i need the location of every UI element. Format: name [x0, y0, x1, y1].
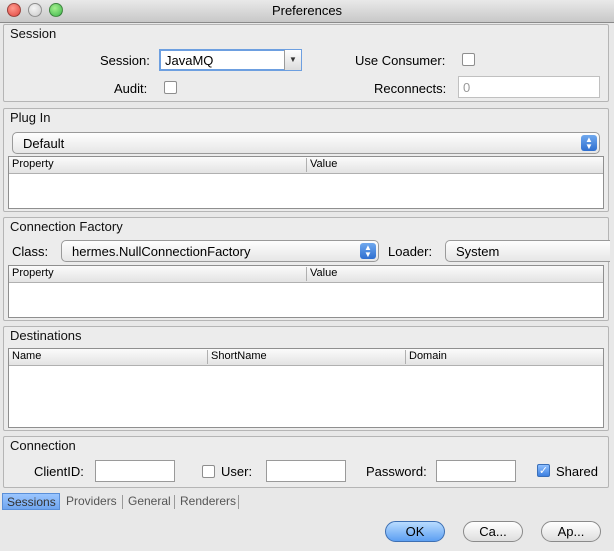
column-header-shortname[interactable]: ShortName [208, 350, 406, 364]
destinations-table[interactable]: Name ShortName Domain [8, 348, 604, 428]
column-header-property[interactable]: Property [9, 267, 307, 281]
column-header-value[interactable]: Value [307, 267, 603, 281]
chevron-down-icon[interactable]: ▼ [284, 50, 301, 70]
tab-providers[interactable]: Providers [62, 493, 121, 510]
connection-panel-title: Connection [10, 438, 76, 453]
connection-factory-panel-title: Connection Factory [10, 219, 123, 234]
destinations-panel: Destinations Name ShortName Domain [3, 326, 609, 431]
reconnects-label: Reconnects: [374, 81, 447, 96]
chevron-updown-icon: ▲ ▼ [360, 243, 376, 259]
tab-divider [238, 495, 239, 509]
column-header-domain[interactable]: Domain [406, 350, 603, 364]
tab-sessions[interactable]: Sessions [2, 493, 60, 510]
user-field[interactable] [266, 460, 346, 482]
table-header: Name ShortName Domain [9, 349, 603, 366]
title-bar: Preferences [0, 0, 614, 23]
session-combo-value: JavaMQ [165, 53, 214, 68]
connection-factory-properties-table[interactable]: Property Value [8, 265, 604, 318]
tab-general[interactable]: General [124, 493, 175, 510]
table-header: Property Value [9, 266, 603, 283]
connection-factory-panel: Connection Factory Class: hermes.NullCon… [3, 217, 610, 321]
audit-checkbox[interactable] [164, 81, 177, 94]
password-field[interactable] [436, 460, 516, 482]
chevron-updown-icon: ▲ ▼ [581, 135, 597, 151]
session-combo[interactable]: JavaMQ ▼ [159, 49, 302, 71]
shared-checkbox[interactable]: ✓ [537, 464, 550, 477]
audit-label: Audit: [114, 81, 148, 96]
loader-select-value: System [456, 244, 500, 259]
plugin-panel-title: Plug In [10, 110, 51, 125]
session-panel: Session Session: JavaMQ ▼ Use Consumer: … [3, 24, 609, 102]
plugin-properties-table[interactable]: Property Value [8, 156, 604, 209]
table-header: Property Value [9, 157, 603, 174]
connection-panel: Connection ClientID: User: Password: ✓ S… [3, 436, 609, 488]
plugin-select-value: Default [23, 136, 65, 151]
password-label: Password: [366, 464, 427, 479]
use-consumer-label: Use Consumer: [355, 53, 446, 68]
class-label: Class: [12, 244, 49, 259]
class-select[interactable]: hermes.NullConnectionFactory ▲ ▼ [61, 240, 379, 262]
loader-label: Loader: [388, 244, 433, 259]
tab-divider [122, 495, 123, 509]
ok-button[interactable]: OK [385, 521, 445, 542]
preferences-window: Preferences Session Session: JavaMQ ▼ Us… [0, 0, 614, 551]
user-label: User: [221, 464, 253, 479]
user-checkbox[interactable] [202, 465, 215, 478]
clientid-label: ClientID: [34, 464, 84, 479]
class-select-value: hermes.NullConnectionFactory [72, 244, 251, 259]
tab-renderers[interactable]: Renderers [176, 493, 240, 510]
session-panel-title: Session [10, 26, 57, 41]
column-header-property[interactable]: Property [9, 158, 307, 172]
plugin-panel: Plug In Default ▲ ▼ Property Value [3, 108, 609, 212]
window-title: Preferences [271, 3, 343, 18]
plugin-select[interactable]: Default ▲ ▼ [12, 132, 600, 154]
session-label: Session: [100, 53, 150, 68]
clientid-field[interactable] [95, 460, 175, 482]
column-header-value[interactable]: Value [307, 158, 603, 172]
reconnects-field[interactable]: 0 [458, 76, 600, 98]
apply-button[interactable]: Ap... [541, 521, 601, 542]
loader-select[interactable]: System [445, 240, 610, 262]
use-consumer-checkbox[interactable] [462, 53, 475, 66]
destinations-panel-title: Destinations [10, 328, 82, 343]
shared-label: Shared [556, 464, 598, 479]
cancel-button[interactable]: Ca... [463, 521, 523, 542]
tab-divider [174, 495, 175, 509]
column-header-name[interactable]: Name [9, 350, 208, 364]
